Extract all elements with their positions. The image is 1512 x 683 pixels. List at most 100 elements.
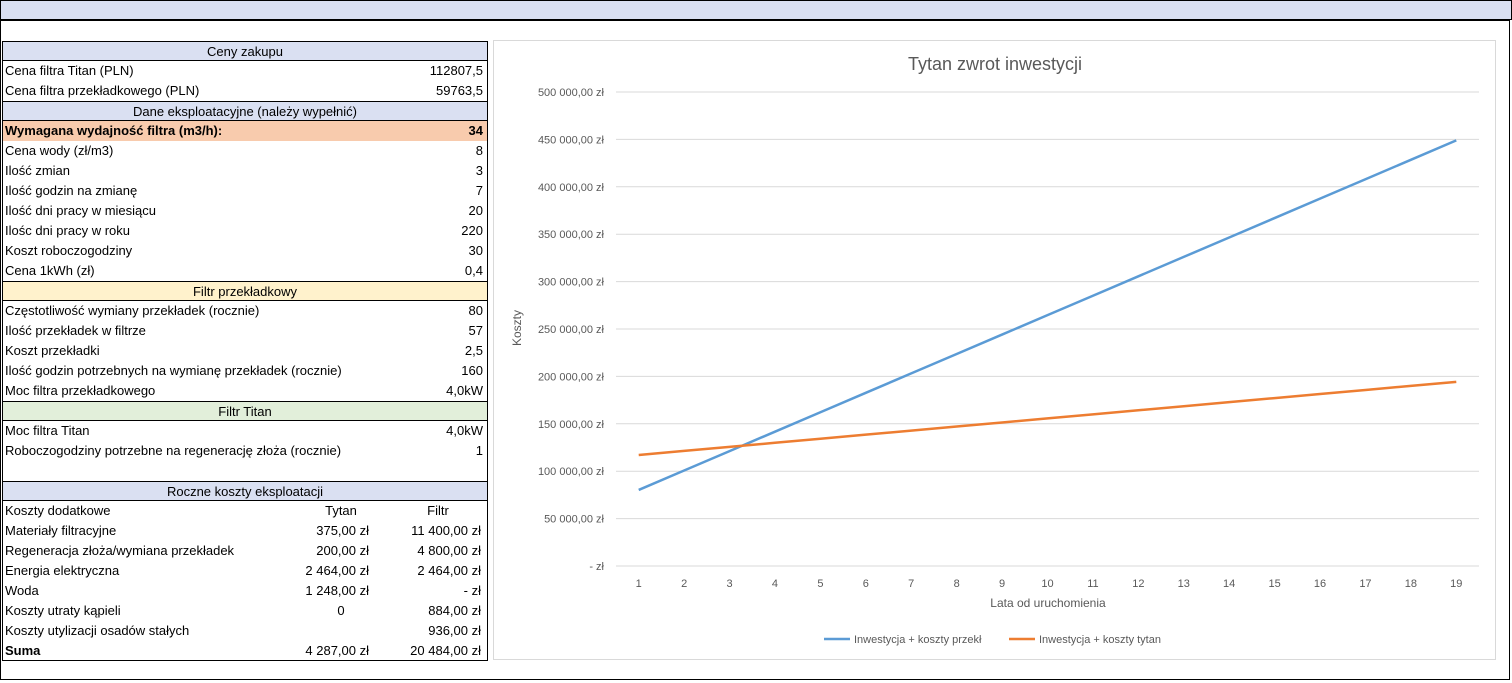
x-tick-label: 8 [954,578,960,590]
filtr-cost: 884,00 zł [428,603,481,618]
x-tick-label: 14 [1223,578,1235,590]
row-label: Cena wody (zł/m3) [5,143,114,158]
titan-filter-row[interactable]: Moc filtra Titan 4,0kW [2,421,488,441]
roi-chart[interactable]: Tytan zwrot inwestycji - zł 50 000,00 zł 1… [493,40,1496,660]
row-label: Koszty utylizacji osadów stałych [5,623,190,638]
purchase-row[interactable]: Cena filtra przekładkowego (PLN) 59763,5 [2,81,488,101]
y-tick-label: 500 000,00 zł [538,87,605,99]
row-value: 0,4 [464,263,483,278]
annual-costs-column-header: Koszty dodatkowe Tytan Filtr [2,501,488,521]
operating-row[interactable]: Cena wody (zł/m3) 8 [2,141,488,161]
row-value: 59763,5 [436,83,483,98]
operating-row[interactable]: Ilość godzin na zmianę 7 [2,181,488,201]
row-value: 57 [468,323,483,338]
row-label: Częstotliwość wymiany przekładek (roczni… [5,303,260,318]
plate-filter-row[interactable]: Koszt przekładki 2,5 [2,341,488,361]
row-label: Ilość dni pracy w miesiącu [5,203,156,218]
y-tick-label: 100 000,00 zł [538,466,605,478]
y-tick-label: 250 000,00 zł [538,324,605,336]
chart-canvas: Tytan zwrot inwestycji - zł 50 000,00 zł 1… [510,54,1479,646]
y-tick-label: 300 000,00 zł [538,277,605,289]
row-value: 2,5 [464,343,483,358]
x-tick-label: 1 [636,578,642,590]
tytan-sum: 4 287,00 zł [305,643,369,658]
row-label: Koszty utraty kąpieli [5,603,121,618]
purchase-header: Ceny zakupu [2,41,488,61]
operating-row[interactable]: Ilośc dni pracy w roku 220 [2,221,488,241]
col-tytan: Tytan [325,503,357,518]
row-label: Cena filtra Titan (PLN) [5,63,134,78]
y-axis-ticks: - zł 50 000,00 zł 100 000,00 zł 150 000,00 … [538,87,605,573]
row-value: 30 [468,243,483,258]
plate-filter-row[interactable]: Ilość godzin potrzebnych na wymianę prze… [2,361,488,381]
row-label: Ilość godzin na zmianę [5,183,138,198]
series-lines [638,139,1457,492]
row-value: 7 [475,183,483,198]
y-axis-title: Koszty [510,310,524,346]
plate-filter-row[interactable]: Częstotliwość wymiany przekładek (roczni… [2,301,488,321]
y-tick-label: 450 000,00 zł [538,134,605,146]
filtr-cost: 4 800,00 zł [417,543,481,558]
row-label: Materiały filtracyjne [5,523,117,538]
x-tick-label: 15 [1268,578,1280,590]
cost-row[interactable]: Koszty utylizacji osadów stałych 936,00 z… [2,621,488,641]
x-tick-label: 12 [1132,578,1144,590]
row-label: Ilość przekładek w filtrze [5,323,146,338]
x-tick-label: 9 [999,578,1005,590]
chart-title: Tytan zwrot inwestycji [908,54,1082,74]
row-value: 3 [475,163,483,178]
y-tick-label: 150 000,00 zł [538,419,605,431]
tytan-cost: 1 248,00 zł [305,583,369,598]
row-label: Regeneracja złoża/wymiana przekładek [5,543,235,558]
row-value: 4,0kW [446,423,483,438]
cost-row[interactable]: Woda 1 248,00 zł - zł [2,581,488,601]
x-tick-label: 2 [681,578,687,590]
operating-row[interactable]: Ilość dni pracy w miesiącu 20 [2,201,488,221]
cost-row[interactable]: Materiały filtracyjne 375,00 zł 11 400,00 … [2,521,488,541]
filtr-sum: 20 484,00 zł [410,643,481,658]
row-label: Ilośc dni pracy w roku [5,223,130,238]
row-label: Cena 1kWh (zł) [5,263,95,278]
row-label: Wymagana wydajność filtra (m3/h): [5,123,223,138]
row-label: Suma [5,643,41,658]
titan-filter-header: Filtr Titan [2,401,488,421]
titan-filter-row[interactable]: Roboczogodziny potrzebne na regenerację … [2,441,488,461]
cost-row[interactable]: Regeneracja złoża/wymiana przekładek 200,… [2,541,488,561]
tytan-cost: 2 464,00 zł [305,563,369,578]
operating-header: Dane eksploatacyjne (należy wypełnić) [2,101,488,121]
sum-row[interactable]: Suma 4 287,00 zł 20 484,00 zł [2,641,488,661]
row-value: 160 [461,363,483,378]
filtr-cost: - zł [463,583,481,598]
plate-filter-row[interactable]: Moc filtra przekładkowego 4,0kW [2,381,488,401]
y-tick-label: - zł [589,561,604,573]
row-value: 20 [468,203,483,218]
row-label: Roboczogodziny potrzebne na regenerację … [5,443,342,458]
operating-row[interactable]: Ilość zmian 3 [2,161,488,181]
row-value: 4,0kW [446,383,483,398]
row-value: 34 [468,123,483,138]
x-tick-label: 4 [772,578,778,590]
x-tick-label: 5 [817,578,823,590]
legend-label: Inwestycja + koszty przekł [854,634,982,646]
required-capacity-row[interactable]: Wymagana wydajność filtra (m3/h): 34 [2,121,488,141]
plate-filter-row[interactable]: Ilość przekładek w filtrze 57 [2,321,488,341]
y-tick-label: 400 000,00 zł [538,182,605,194]
y-tick-label: 350 000,00 zł [538,229,605,241]
x-tick-label: 7 [908,578,914,590]
x-axis-title: Lata od uruchomienia [990,596,1106,610]
filtr-cost: 11 400,00 zł [411,523,481,538]
filtr-cost: 2 464,00 zł [417,563,481,578]
row-label: Woda [5,583,39,598]
y-tick-label: 50 000,00 zł [544,514,604,526]
operating-row[interactable]: Koszt roboczogodziny 30 [2,241,488,261]
operating-row[interactable]: Cena 1kWh (zł) 0,4 [2,261,488,281]
x-tick-label: 19 [1450,578,1462,590]
chart-legend: Inwestycja + koszty przekł Inwestycja + k… [824,634,1161,646]
cost-row[interactable]: Energia elektryczna 2 464,00 zł 2 464,00 z… [2,561,488,581]
purchase-row[interactable]: Cena filtra Titan (PLN) 112807,5 [2,61,488,81]
cost-row[interactable]: Koszty utraty kąpieli 0 884,00 zł [2,601,488,621]
x-tick-label: 16 [1314,578,1326,590]
tytan-cost: 375,00 zł [316,523,369,538]
row-label: Koszt przekładki [5,343,100,358]
row-label: Ilość godzin potrzebnych na wymianę prze… [5,363,342,378]
